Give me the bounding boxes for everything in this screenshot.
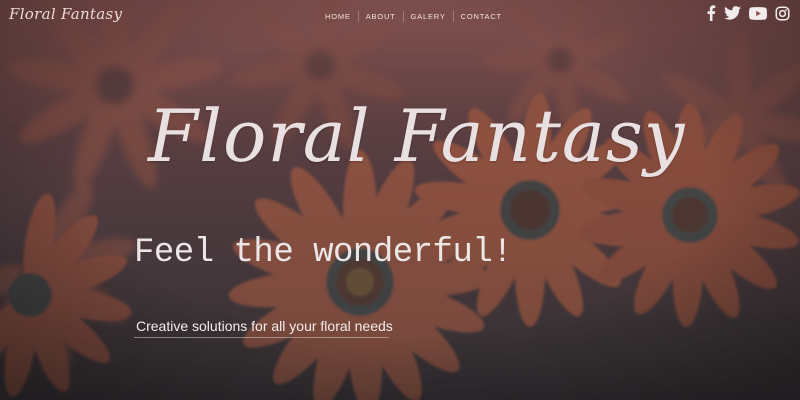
hero-section: Floral Fantasy HOME ABOUT GALERY CONTACT — [0, 0, 800, 400]
hero-subtitle: Creative solutions for all your floral n… — [136, 318, 393, 334]
facebook-icon[interactable] — [706, 5, 716, 21]
social-links — [706, 5, 790, 21]
subtitle-underline — [134, 337, 389, 338]
twitter-icon[interactable] — [724, 6, 741, 20]
nav-item-about[interactable]: ABOUT — [359, 12, 403, 21]
youtube-icon[interactable] — [749, 6, 767, 20]
site-logo[interactable]: Floral Fantasy — [9, 5, 122, 23]
instagram-icon[interactable] — [775, 6, 790, 21]
nav-item-galery[interactable]: GALERY — [404, 12, 453, 21]
hero-background-flowers — [0, 0, 800, 400]
hero-title: Floral Fantasy — [148, 94, 686, 178]
nav-item-home[interactable]: HOME — [318, 12, 358, 21]
hero-tagline: Feel the wonderful! — [134, 234, 513, 272]
nav-item-contact[interactable]: CONTACT — [454, 12, 509, 21]
main-menu: HOME ABOUT GALERY CONTACT — [318, 9, 509, 23]
top-navbar: Floral Fantasy HOME ABOUT GALERY CONTACT — [0, 0, 800, 32]
